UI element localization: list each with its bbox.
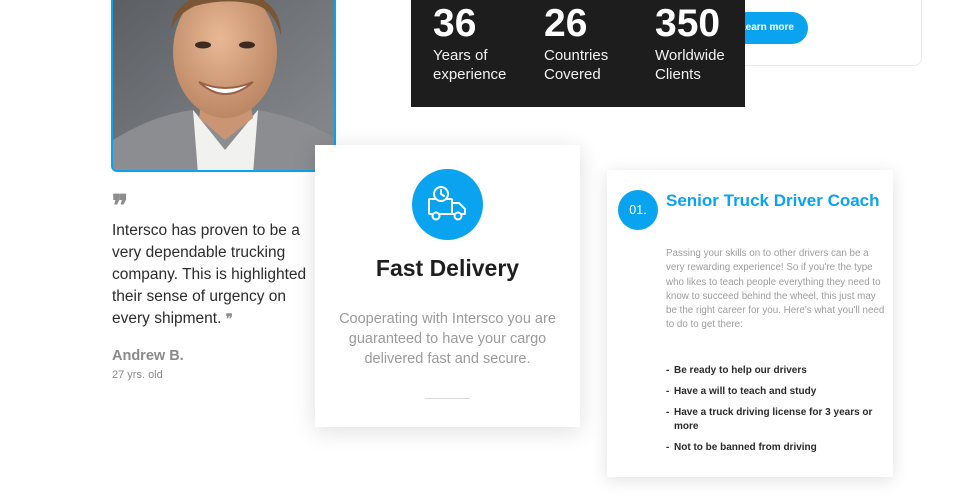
list-item: Be ready to help our drivers [666, 364, 888, 378]
author-portrait-image [113, 0, 334, 170]
requirements-list: Be ready to help our drivers Have a will… [666, 364, 888, 462]
testimonial-quote: Intersco has proven to be a very dependa… [112, 222, 307, 327]
career-title[interactable]: Senior Truck Driver Coach [666, 190, 886, 211]
delivery-description: Cooperating with Intersco you are guaran… [339, 311, 556, 367]
career-number-badge: 01. [618, 190, 658, 230]
stat-number: 36 [433, 2, 477, 45]
stat-years: 36 Years of experience [433, 2, 506, 84]
delivery-truck-icon [412, 169, 483, 240]
stat-number: 26 [544, 2, 588, 45]
stat-label-line1: Countries [544, 47, 609, 64]
stat-label-line2: Clients [655, 66, 701, 83]
fast-delivery-card: Fast Delivery Cooperating with Intersco … [315, 145, 580, 427]
stat-label-line1: Years of [433, 47, 488, 64]
testimonial-text: Intersco has proven to be a very dependa… [112, 220, 322, 331]
stat-number: 350 [655, 2, 721, 45]
delivery-title: Fast Delivery [375, 255, 520, 281]
list-item: Have a will to teach and study [666, 385, 888, 399]
quote-open-icon: ❞ [112, 189, 129, 224]
stat-label-line2: experience [433, 66, 507, 83]
stats-panel: 36 Years of experience 26 Countries Cove… [411, 0, 745, 107]
quote-close-icon: ❞ [225, 312, 233, 327]
divider [425, 398, 470, 399]
author-photo [111, 0, 336, 172]
career-card: 01. Senior Truck Driver Coach Passing yo… [607, 170, 893, 477]
author-age: 27 yrs. old [112, 369, 163, 381]
stat-label-line1: Worldwide [655, 47, 725, 64]
list-item: Have a truck driving license for 3 years… [666, 406, 888, 434]
career-description: Passing your skills on to other drivers … [666, 248, 885, 331]
author-name: Andrew B. [112, 348, 184, 364]
list-item: Not to be banned from driving [666, 441, 888, 455]
stat-countries: 26 Countries Covered [544, 2, 608, 84]
stat-clients: 350 Worldwide Clients [655, 2, 725, 84]
stat-label-line2: Covered [544, 66, 601, 83]
